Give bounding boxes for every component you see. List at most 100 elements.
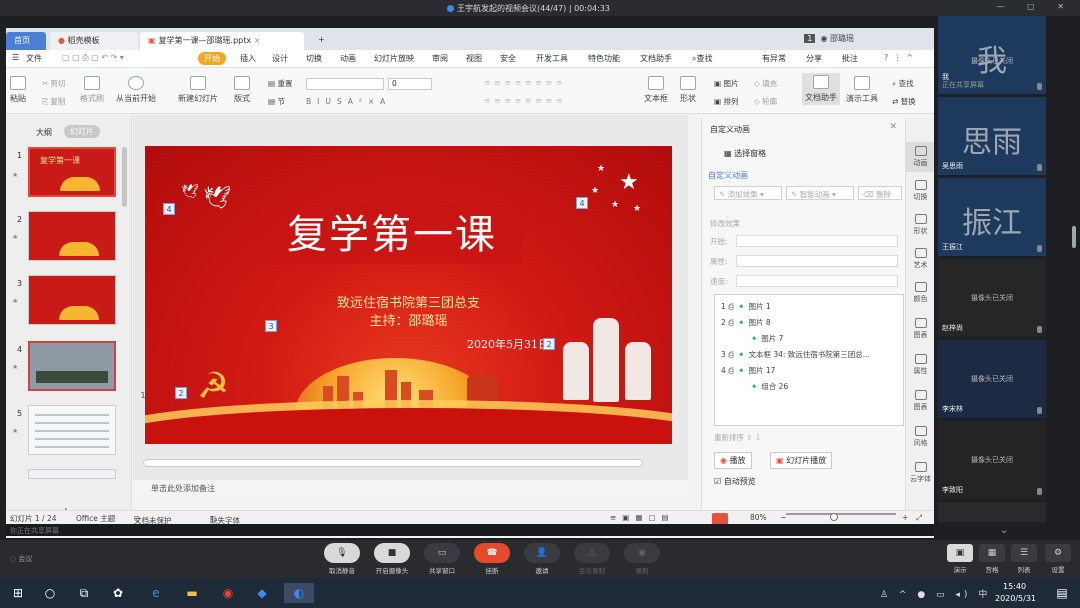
settings-button[interactable]: ⚙ 设置	[1044, 544, 1072, 574]
slide-title[interactable]: 复学第一课	[262, 206, 522, 264]
presenter-tools-button[interactable]: 演示工具	[846, 76, 878, 104]
tab-home[interactable]: 首页	[6, 32, 46, 50]
record-button[interactable]: ◉ 录制	[622, 543, 662, 575]
system-tray[interactable]: ♙ ^ ● ▭ ◂) 中	[880, 587, 991, 600]
participant-tile[interactable]: 摄像头已关闭 李宋林	[938, 340, 1046, 418]
menu-transition[interactable]: 切换	[306, 53, 322, 64]
animation-item[interactable]: ✦ 图片 7	[747, 333, 783, 344]
slide-thumbnail-1[interactable]: 复学第一课	[28, 147, 116, 197]
paste-button[interactable]: 粘贴	[10, 76, 26, 104]
animation-order-tag[interactable]: 4	[576, 197, 588, 209]
slide-thumbnail-5[interactable]	[28, 405, 116, 455]
replace-button[interactable]: ⇄ 替换	[892, 96, 916, 107]
slide-organization[interactable]: 致远住宿书院第三团总支	[145, 292, 672, 311]
share-window-button[interactable]: ▭ 共享窗口	[422, 543, 462, 575]
view-buttons[interactable]: ≡▣▦▢▤	[610, 513, 675, 522]
ime-indicator[interactable]: 中	[978, 590, 991, 600]
participant-tile[interactable]: 思雨 吴思雨	[938, 97, 1046, 175]
paragraph-buttons[interactable]: ≡≡≡≡≡≡≡≡	[484, 78, 566, 87]
slide-date[interactable]: 2020年5月31日	[467, 336, 549, 352]
auto-preview-checkbox[interactable]: ☑ 自动预览	[714, 476, 756, 487]
menu-slideshow[interactable]: 幻灯片放映	[374, 53, 414, 64]
fit-window-icon[interactable]: ⤢	[916, 513, 922, 523]
windows-start-icon[interactable]: ⊞	[8, 583, 28, 603]
sidebar-animation[interactable]: 动画	[906, 142, 934, 172]
sidebar-color[interactable]: 颜色	[906, 282, 934, 304]
find-button[interactable]: ⌕ 查找	[892, 78, 914, 89]
menu-share[interactable]: 分享	[806, 53, 822, 64]
animation-order-tag[interactable]: 4	[163, 203, 175, 215]
sidebar-art[interactable]: 艺术	[906, 248, 934, 270]
animation-item[interactable]: 2 ⎙ ✦ 图片 8	[721, 317, 771, 328]
font-name-select[interactable]	[306, 78, 384, 90]
sidebar-property[interactable]: 属性	[906, 354, 934, 376]
unmute-button[interactable]: 🎙 取消静音	[322, 543, 362, 575]
outline-button[interactable]: ◇ 轮廓	[754, 96, 777, 107]
cut-button[interactable]: ✂ 剪切	[42, 78, 66, 89]
format-painter-button[interactable]: 格式刷	[80, 76, 104, 104]
font-size-select[interactable]: 0	[388, 78, 432, 90]
delete-effect-button[interactable]: ⌫ 删除	[858, 186, 902, 200]
sidebar-shape[interactable]: 形状	[906, 214, 934, 236]
tab-document[interactable]: ▣ 复学第一课—邵璐瑶.pptx ×	[140, 32, 304, 50]
participant-tile[interactable]: 摄像头已关闭 李致阳	[938, 421, 1046, 499]
arrange-button[interactable]: ▣ 排列	[714, 96, 738, 107]
participant-tile[interactable]: 摄像头已关闭 赵梓尚	[938, 259, 1046, 337]
menu-insert[interactable]: 插入	[240, 53, 256, 64]
start-select[interactable]	[736, 235, 898, 247]
zoom-in-button[interactable]: +	[902, 513, 908, 522]
menu-search[interactable]: ⌕查找	[692, 53, 712, 64]
invite-button[interactable]: 👤 邀请	[522, 543, 562, 575]
participant-scrollbar[interactable]	[1072, 226, 1076, 248]
reorder-controls[interactable]: 重新排序 ⇧ ⇩	[714, 432, 761, 443]
text-box-button[interactable]: 文本框	[644, 76, 668, 104]
tab-slides[interactable]: 幻灯片	[64, 125, 100, 138]
from-current-button[interactable]: 从当前开始	[116, 76, 156, 104]
menu-review[interactable]: 审阅	[432, 53, 448, 64]
picture-button[interactable]: ▣ 图片	[714, 78, 738, 89]
view-list-button[interactable]: ☰ 列表	[1010, 544, 1038, 574]
zoom-slider-knob[interactable]	[830, 513, 838, 521]
clock-date[interactable]: 2020/5/31	[995, 594, 1036, 603]
view-presentation-button[interactable]: ▣ 演示	[946, 544, 974, 574]
slide-thumbnail-3[interactable]	[28, 275, 116, 325]
menu-icon[interactable]: ☰	[12, 53, 19, 62]
theme-name[interactable]: Office 主题	[76, 513, 115, 524]
camera-button[interactable]: ■ 开启摄像头	[372, 543, 412, 575]
animation-order-tag[interactable]: 3	[265, 320, 277, 332]
animation-order-tag[interactable]: 1	[137, 390, 149, 402]
window-controls[interactable]: — ▢ ✕	[997, 2, 1074, 11]
view-grid-button[interactable]: ▦ 宫格	[978, 544, 1006, 574]
new-slide-button[interactable]: 新建幻灯片	[178, 76, 218, 104]
add-effect-button[interactable]: ✎ 添加效果 ▾	[714, 186, 782, 200]
sidebar-style[interactable]: 风格	[906, 426, 934, 448]
meeting-app-icon[interactable]: ◐	[284, 583, 314, 603]
animation-order-tag[interactable]: 2	[175, 387, 187, 399]
horizontal-scrollbar[interactable]	[143, 459, 643, 467]
notes-area[interactable]: 单击此处添加备注	[133, 480, 688, 496]
slide-thumbnail-6[interactable]	[28, 469, 116, 479]
section-button[interactable]: ▤ 节	[268, 96, 285, 107]
thumbnail-scrollbar[interactable]	[122, 147, 127, 207]
app-store-icon[interactable]: ◆	[252, 583, 272, 603]
slideshow-button[interactable]: ▣ 幻灯片播放	[770, 452, 833, 469]
search-icon[interactable]: ○	[40, 583, 60, 603]
slide-thumbnail-4[interactable]	[28, 341, 116, 391]
arrow-up-icon[interactable]: ⇧	[746, 433, 752, 442]
chrome-icon[interactable]: ◉	[218, 583, 238, 603]
sidebar-chart[interactable]: 图表	[906, 318, 934, 340]
arrow-down-icon[interactable]: ⇩	[755, 433, 761, 442]
property-select[interactable]	[736, 255, 898, 267]
layout-button[interactable]: 版式	[234, 76, 250, 104]
chevron-down-icon[interactable]: ⌄	[1000, 525, 1008, 536]
shape-button[interactable]: 形状	[680, 76, 696, 104]
menu-doc-helper[interactable]: 文档助手	[640, 53, 672, 64]
play-button[interactable]: ◉ 播放	[714, 452, 752, 469]
menu-animation[interactable]: 动画	[340, 53, 356, 64]
quick-access-icons[interactable]: ▢ ▢ ⎙ ▢ ↶ ↷ ▾	[62, 53, 124, 63]
doc-helper-button[interactable]: 文档助手	[802, 73, 840, 105]
participant-tile[interactable]: 振江 王振江	[938, 178, 1046, 256]
menu-security[interactable]: 安全	[500, 53, 516, 64]
select-pane-link[interactable]: ▦ 选择窗格	[724, 148, 766, 159]
menu-devtools[interactable]: 开发工具	[536, 53, 568, 64]
